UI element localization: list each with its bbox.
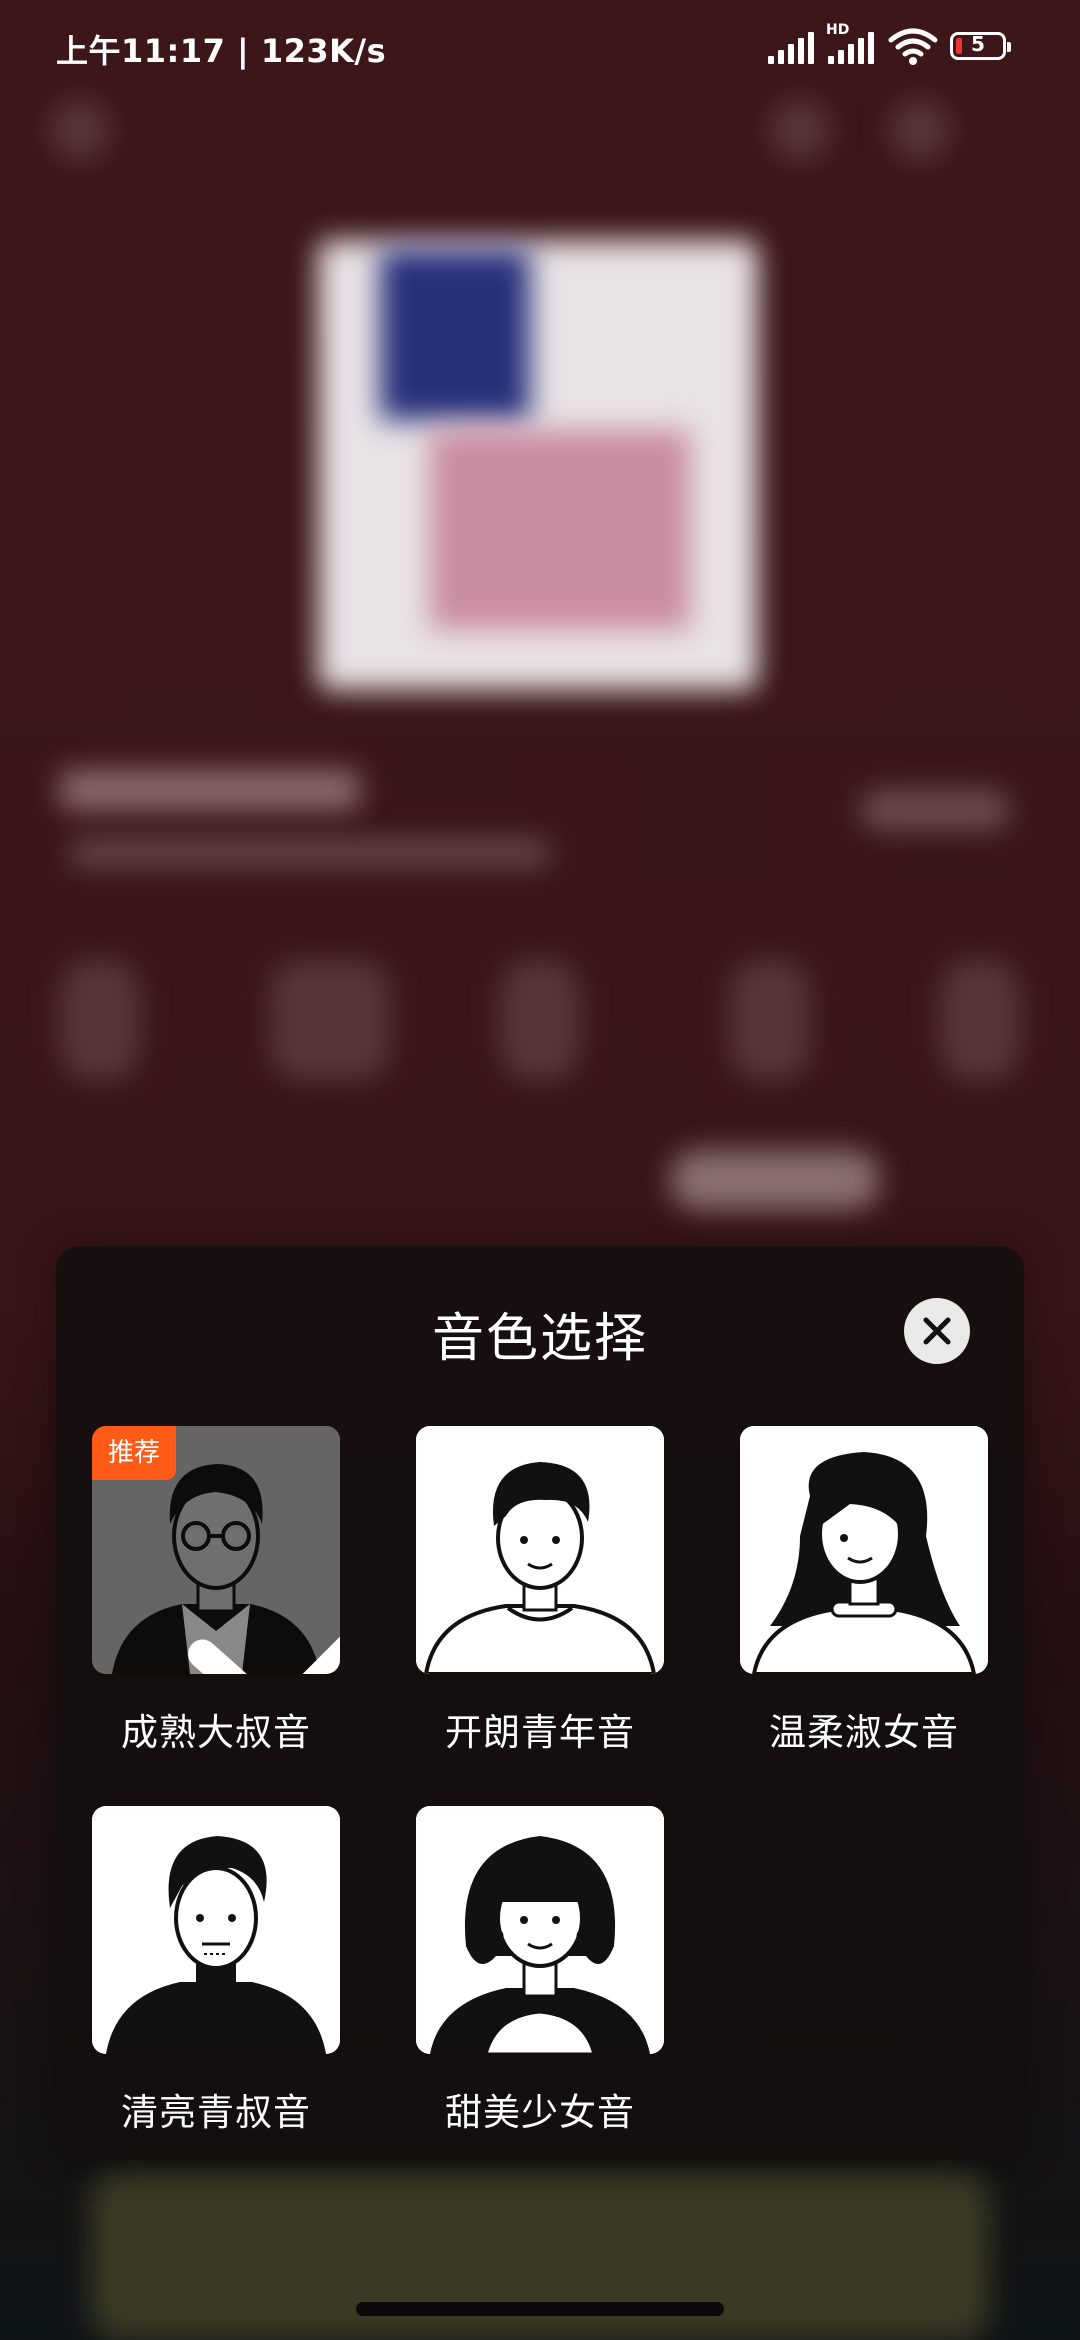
wifi-icon bbox=[888, 28, 938, 65]
more-icon bbox=[890, 100, 950, 160]
voice-label: 温柔淑女音 bbox=[769, 1711, 959, 1754]
voice-option-mature-uncle[interactable]: 推荐 成熟大叔音 bbox=[92, 1426, 340, 1756]
voice-avatar bbox=[740, 1426, 988, 1674]
dialog-title: 音色选择 bbox=[431, 1309, 648, 1369]
voice-avatar: 推荐 bbox=[92, 1426, 340, 1674]
voice-avatar bbox=[92, 1806, 340, 2054]
battery-icon: 5 bbox=[950, 32, 1011, 60]
status-time: 上午11:17 | 123K/s bbox=[56, 32, 387, 70]
voice-option-sweet-girl[interactable]: 甜美少女音 bbox=[416, 1806, 664, 2136]
close-button[interactable] bbox=[904, 1298, 970, 1364]
voice-avatar bbox=[416, 1426, 664, 1674]
clear-uncle-avatar-icon bbox=[92, 1806, 340, 2054]
voice-label: 甜美少女音 bbox=[445, 2091, 635, 2134]
voice-option-gentle-lady[interactable]: 温柔淑女音 bbox=[740, 1426, 988, 1756]
close-icon bbox=[923, 1317, 951, 1345]
voice-label: 清亮青叔音 bbox=[121, 2091, 311, 2134]
back-icon bbox=[50, 100, 110, 160]
check-icon bbox=[188, 1636, 340, 1674]
sweet-girl-avatar-icon bbox=[416, 1806, 664, 2054]
status-bar: 上午11:17 | 123K/s HD 5 bbox=[0, 0, 1080, 96]
gentle-lady-avatar-icon bbox=[740, 1426, 988, 1674]
voice-label: 开朗青年音 bbox=[445, 1711, 635, 1754]
voice-avatar bbox=[416, 1806, 664, 2054]
signal-icon-2 bbox=[828, 30, 874, 64]
home-indicator[interactable] bbox=[356, 2302, 724, 2316]
voice-option-cheerful-youth[interactable]: 开朗青年音 bbox=[416, 1426, 664, 1756]
voice-label: 成熟大叔音 bbox=[121, 1711, 311, 1754]
avatar bbox=[770, 100, 830, 160]
voice-select-dialog: 音色选择 推荐 成熟大叔音 开朗青年音 温柔淑女音 清亮青叔音 甜美少女音 bbox=[56, 1246, 1024, 2160]
recommend-badge: 推荐 bbox=[92, 1426, 176, 1480]
signal-icon bbox=[768, 30, 814, 64]
voice-option-clear-uncle[interactable]: 清亮青叔音 bbox=[92, 1806, 340, 2136]
cheerful-youth-avatar-icon bbox=[416, 1426, 664, 1674]
